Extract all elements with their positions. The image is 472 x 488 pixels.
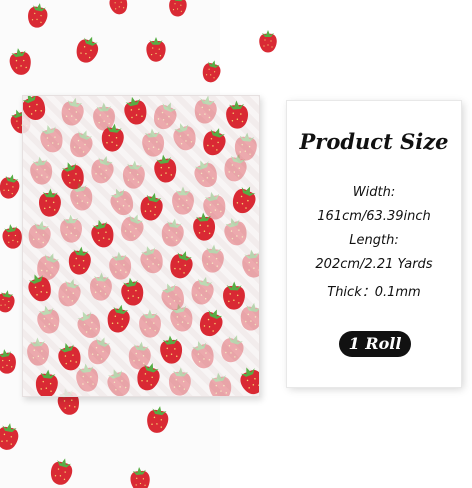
strawberry-icon [61,97,84,126]
strawberry-icon [124,96,147,125]
strawberry-icon [109,0,128,15]
folded-fabric-sheet [22,95,260,397]
strawberry-icon [2,224,22,249]
strawberry-icon [146,37,166,62]
strawberry-icon [223,281,245,310]
strawberry-icon [191,341,214,369]
strawberry-icon [93,102,115,131]
strawberry-icon [121,277,144,306]
strawberry-icon [30,156,53,185]
strawberry-icon [58,342,81,371]
strawberry-icon [39,188,61,217]
strawberry-icon [35,369,58,396]
strawberry-icon [221,335,244,363]
strawberry-icon [154,102,177,130]
strawberry-icon [28,3,48,28]
strawberry-icon [128,341,151,370]
strawberry-icon [91,219,114,248]
width-value: 161cm/63.39inch [317,209,431,224]
strawberry-icon [173,123,196,151]
strawberry-icon [37,305,60,334]
strawberry-icon [142,128,165,157]
strawberry-icon [201,244,224,273]
strawberry-icon [40,124,63,153]
strawberry-icon [209,372,232,396]
strawberry-icon [76,363,99,392]
strawberry-icon [170,251,193,279]
card-title: Product Size [299,129,449,154]
strawberry-icon [107,304,130,333]
strawberry-icon [110,188,134,216]
strawberry-icon [68,246,91,275]
strawberry-icon [76,36,99,63]
strawberry-icon [232,186,256,214]
strawberry-icon [109,251,132,280]
strawberry-icon [200,309,223,337]
strawberry-icon [88,337,111,365]
strawberry-icon [140,192,163,221]
strawberry-icon [122,160,145,189]
strawberry-icon [91,156,114,184]
strawberry-icon [0,349,16,374]
strawberry-icon [242,249,259,278]
strawberry-icon [203,128,226,156]
strawberry-icon [107,369,130,396]
strawberry-icon [9,48,31,75]
strawberry-icon [202,60,221,83]
strawberry-icon [89,272,112,301]
strawberry-icon [240,367,259,395]
strawberry-icon [0,290,15,313]
strawberry-icon [23,96,46,120]
strawberry-icon [259,30,277,53]
strawberry-icon [0,174,20,199]
strawberry-icon [0,423,19,450]
quantity-badge: 1 Roll [339,331,411,357]
strawberry-icon [27,337,50,366]
strawberry-icon [160,335,183,364]
strawberry-icon [50,458,73,485]
strawberry-icon [168,367,191,396]
strawberry-icon [224,218,247,246]
strawberry-icon [191,276,214,305]
strawberry-icon [169,0,187,17]
length-value: 202cm/2.21 Yards [315,257,433,272]
strawberry-icon [130,467,150,488]
strawberry-icon [226,100,249,129]
strawberry-icon [194,160,217,188]
strawberry-icon [60,214,82,243]
product-photo [0,0,278,488]
strawberry-icon [172,186,194,215]
strawberry-icon [140,246,163,274]
strawberry-icon [58,278,81,307]
strawberry-icon [139,309,161,338]
product-size-card: Product Size Width: 161cm/63.39inch Leng… [287,101,461,387]
strawberry-icon [70,130,93,158]
thickness-value: Thick：0.1mm [327,285,421,300]
strawberry-icon [28,220,51,249]
strawberry-icon [154,154,177,183]
length-label: Length: [349,233,399,248]
width-label: Width: [352,185,396,200]
strawberry-icon [147,406,169,433]
fabric-strawberry-pattern [23,96,259,396]
strawberry-icon [77,311,101,338]
strawberry-icon [194,96,217,124]
strawberry-icon [161,218,184,247]
